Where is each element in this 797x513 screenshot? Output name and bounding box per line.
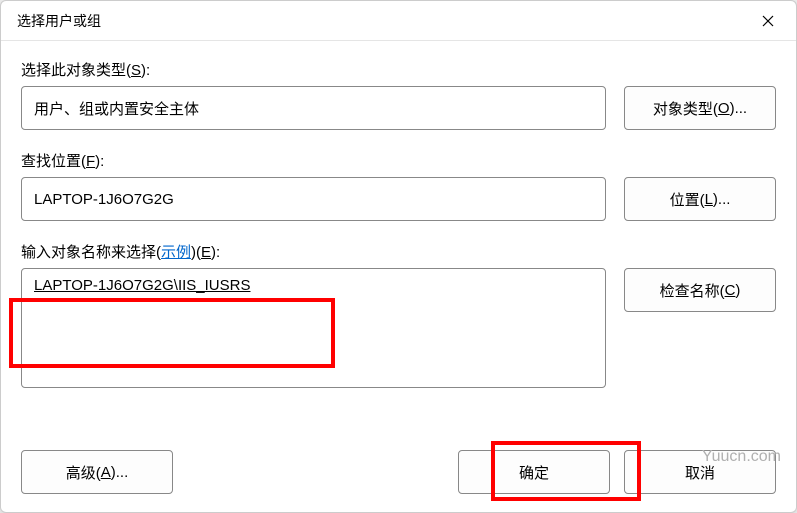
object-type-label: 选择此对象类型(S): bbox=[21, 59, 776, 80]
titlebar: 选择用户或组 bbox=[1, 1, 796, 41]
dialog-content: 选择此对象类型(S): 用户、组或内置安全主体 对象类型(O)... 查找位置(… bbox=[1, 41, 796, 403]
object-names-input[interactable] bbox=[21, 268, 606, 388]
locations-button[interactable]: 位置(L)... bbox=[624, 177, 776, 221]
location-label: 查找位置(F): bbox=[21, 150, 776, 171]
object-type-value: 用户、组或内置安全主体 bbox=[21, 86, 606, 130]
advanced-button[interactable]: 高级(A)... bbox=[21, 450, 173, 494]
close-button[interactable] bbox=[748, 5, 788, 37]
examples-link[interactable]: 示例 bbox=[161, 244, 191, 261]
ok-button[interactable]: 确定 bbox=[458, 450, 610, 494]
check-names-button[interactable]: 检查名称(C) bbox=[624, 268, 776, 312]
location-value: LAPTOP-1J6O7G2G bbox=[21, 177, 606, 221]
dialog-title: 选择用户或组 bbox=[17, 11, 101, 31]
enter-names-label: 输入对象名称来选择(示例)(E): bbox=[21, 241, 776, 262]
object-types-button[interactable]: 对象类型(O)... bbox=[624, 86, 776, 130]
cancel-button[interactable]: 取消 bbox=[624, 450, 776, 494]
close-icon bbox=[762, 15, 774, 27]
select-user-or-group-dialog: 选择用户或组 选择此对象类型(S): 用户、组或内置安全主体 对象类型(O)..… bbox=[0, 0, 797, 513]
dialog-button-row: 高级(A)... 确定 取消 bbox=[21, 450, 776, 494]
